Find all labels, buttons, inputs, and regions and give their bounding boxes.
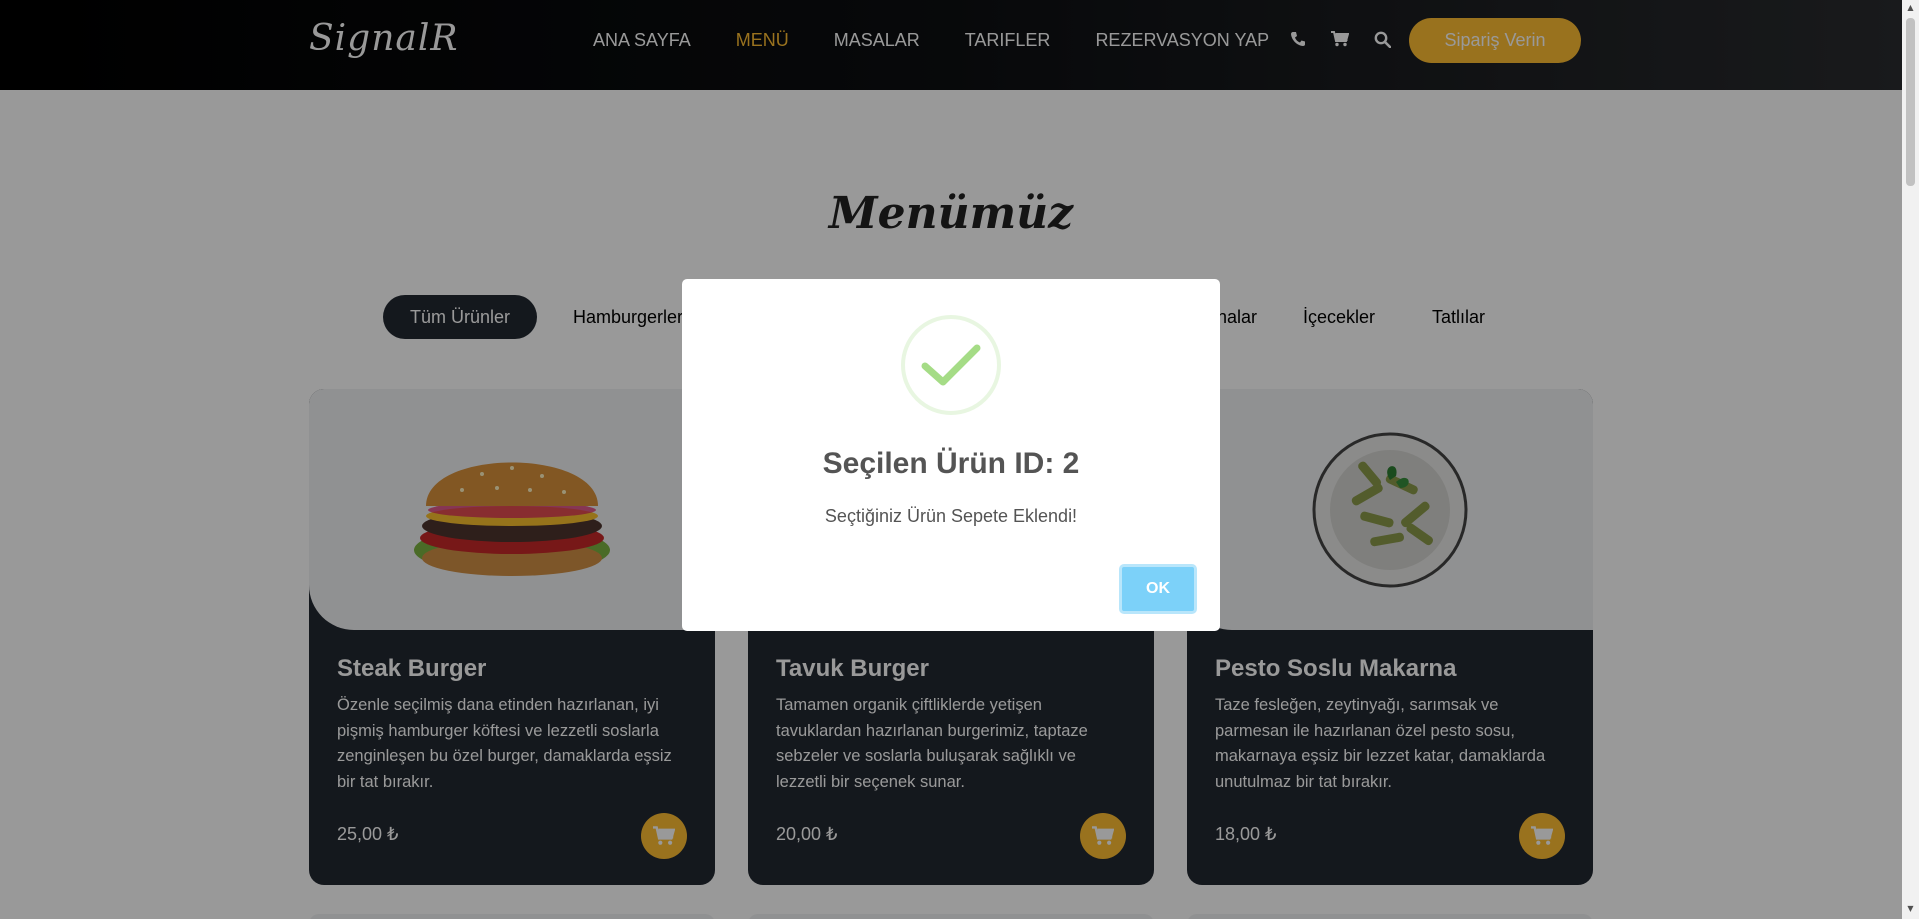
ok-button[interactable]: OK bbox=[1119, 564, 1197, 614]
alert-dialog: Seçilen Ürün ID: 2 Seçtiğiniz Ürün Sepet… bbox=[682, 279, 1220, 631]
dialog-message: Seçtiğiniz Ürün Sepete Eklendi! bbox=[824, 506, 1078, 526]
page-scrollbar[interactable]: ▲ ▼ bbox=[1902, 0, 1919, 919]
success-check-icon bbox=[901, 315, 1001, 415]
scroll-down-icon[interactable]: ▼ bbox=[1906, 904, 1915, 914]
dialog-title: Seçilen Ürün ID: 2 bbox=[822, 447, 1080, 480]
scroll-thumb[interactable] bbox=[1906, 18, 1915, 186]
scroll-up-icon[interactable]: ▲ bbox=[1906, 3, 1915, 13]
